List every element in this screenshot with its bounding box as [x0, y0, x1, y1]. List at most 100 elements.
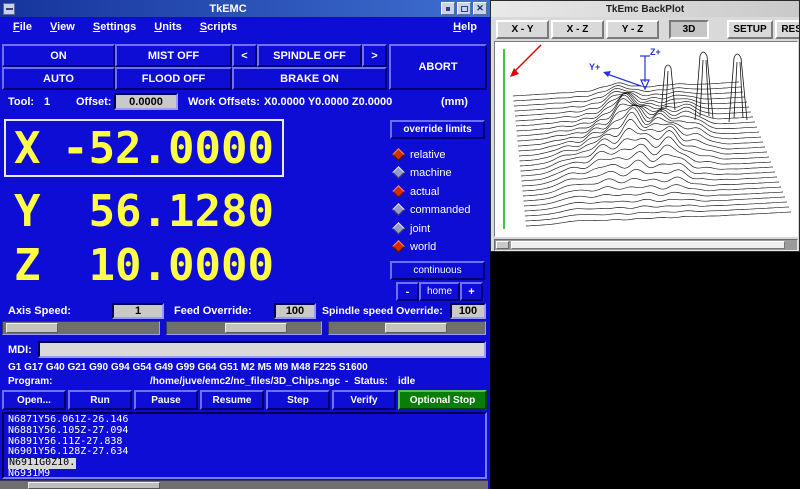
tab-reset[interactable]: RESET	[775, 20, 800, 39]
flood-button[interactable]: FLOOD OFF	[115, 67, 232, 90]
spindle-override-label: Spindle speed Override:	[322, 305, 443, 317]
override-limits-button[interactable]: override limits	[390, 120, 485, 139]
spindle-increase-button[interactable]: >	[362, 44, 387, 67]
tab-3d[interactable]: 3D	[669, 20, 709, 39]
radio-indicator-icon	[392, 222, 405, 235]
units-label: (mm)	[441, 96, 468, 108]
optional-stop-button[interactable]: Optional Stop	[398, 390, 487, 410]
radio-actual[interactable]: actual	[394, 183, 439, 200]
tool-value: 1	[44, 96, 50, 108]
radio-label: world	[410, 241, 436, 253]
axis-x-value: -52.0000	[62, 123, 274, 174]
close-button[interactable]: ✕	[473, 2, 487, 15]
feed-override-label: Feed Override:	[174, 305, 252, 317]
spindle-override-slider[interactable]	[328, 321, 486, 335]
mdi-input[interactable]	[38, 341, 486, 358]
slider-thumb[interactable]	[225, 323, 287, 333]
radio-label: actual	[410, 186, 439, 198]
backplot-canvas[interactable]: Z+ Y+	[495, 42, 797, 236]
minimize-button[interactable]	[441, 2, 455, 15]
status-dash: -	[345, 376, 348, 387]
gcode-line: N6901Y56.128Z-27.634	[8, 447, 481, 458]
tkemc-titlebar[interactable]: TkEMC ✕	[0, 0, 490, 17]
radio-world[interactable]: world	[394, 238, 436, 255]
active-gcodes: G1 G17 G40 G21 G90 G94 G54 G49 G99 G64 G…	[8, 362, 368, 373]
offset-entry[interactable]: 0.0000	[114, 93, 178, 110]
work-offsets-value: X0.0000 Y0.0000 Z0.0000	[264, 96, 392, 108]
maximize-button[interactable]	[457, 2, 471, 15]
status-label: Status:	[354, 376, 388, 387]
tab-yz[interactable]: Y - Z	[606, 20, 659, 39]
radio-indicator-icon	[392, 166, 405, 179]
backplot-plot-area[interactable]: Z+ Y+	[494, 41, 798, 237]
tab-xz[interactable]: X - Z	[551, 20, 604, 39]
window-title: TkEMC	[15, 3, 441, 15]
machine-on-button[interactable]: ON	[2, 44, 115, 67]
y-axis-label: Y+	[589, 62, 600, 72]
feed-override-slider[interactable]	[166, 321, 322, 335]
mist-button[interactable]: MIST OFF	[115, 44, 232, 67]
backplot-window: TkEmc BackPlot X - Y X - Z Y - Z 3D SETU…	[490, 0, 800, 252]
radio-joint[interactable]: joint	[394, 220, 430, 237]
radio-commanded[interactable]: commanded	[394, 201, 471, 218]
home-button[interactable]: home	[419, 282, 460, 301]
spindle-button[interactable]: SPINDLE OFF	[257, 44, 362, 67]
spindle-decrease-button[interactable]: <	[232, 44, 257, 67]
axis-y-value: 56.1280	[89, 186, 274, 237]
axis-z-readout[interactable]: Z 10.0000	[4, 241, 284, 289]
axis-speed-label: Axis Speed:	[8, 305, 71, 317]
spindle-override-entry[interactable]: 100	[450, 303, 486, 319]
run-button[interactable]: Run	[68, 390, 132, 410]
window-menu-icon[interactable]	[3, 3, 15, 15]
abort-button[interactable]: ABORT	[389, 44, 487, 90]
axis-y-letter: Y	[14, 186, 41, 237]
slider-thumb[interactable]	[6, 323, 58, 333]
mode-auto-button[interactable]: AUTO	[2, 67, 115, 90]
z-axis-label: Z+	[650, 47, 661, 57]
menu-units[interactable]: Units	[145, 17, 191, 38]
wireframe-post	[695, 52, 713, 120]
jog-mode-button[interactable]: continuous	[390, 261, 485, 280]
step-button[interactable]: Step	[266, 390, 330, 410]
backplot-title: TkEmc BackPlot	[606, 4, 684, 15]
menu-scripts[interactable]: Scripts	[191, 17, 246, 38]
plot-red-arrow-icon	[510, 45, 541, 77]
menu-help[interactable]: Help	[444, 17, 486, 38]
tab-xy[interactable]: X - Y	[496, 20, 549, 39]
pause-button[interactable]: Pause	[134, 390, 198, 410]
program-text-area[interactable]: N6871Y56.061Z-26.146 N6881Y56.105Z-27.09…	[2, 412, 487, 479]
axis-speed-slider[interactable]	[2, 321, 160, 335]
resume-button[interactable]: Resume	[200, 390, 264, 410]
radio-indicator-icon	[392, 203, 405, 216]
tool-label: Tool:	[8, 96, 34, 108]
scrollbar-button[interactable]	[496, 241, 509, 249]
backplot-hscrollbar[interactable]	[494, 239, 798, 251]
radio-relative[interactable]: relative	[394, 146, 445, 163]
verify-button[interactable]: Verify	[332, 390, 396, 410]
tool-marker-icon	[603, 56, 650, 89]
radio-indicator-icon	[392, 240, 405, 253]
tab-setup[interactable]: SETUP	[727, 20, 773, 39]
axis-y-readout[interactable]: Y 56.1280	[4, 187, 284, 235]
axis-x-readout[interactable]: X -52.0000	[4, 119, 284, 177]
scrollbar-thumb[interactable]	[511, 241, 785, 249]
open-button[interactable]: Open...	[2, 390, 66, 410]
axis-speed-entry[interactable]: 1	[112, 303, 164, 319]
status-value: idle	[398, 376, 415, 387]
scrollbar-thumb[interactable]	[28, 482, 160, 489]
program-path: /home/juve/emc2/nc_files/3D_Chips.ngc	[150, 376, 340, 387]
program-hscrollbar[interactable]	[0, 480, 488, 489]
gcode-line: N6931M9	[8, 469, 481, 479]
menu-settings[interactable]: Settings	[84, 17, 145, 38]
desktop: { "tkemc": { "title": "TkEMC", "window_c…	[0, 0, 800, 489]
window-controls: ✕	[441, 2, 487, 15]
menu-file[interactable]: File	[4, 17, 41, 38]
menu-view[interactable]: View	[41, 17, 84, 38]
jog-minus-button[interactable]: -	[396, 282, 419, 301]
jog-plus-button[interactable]: +	[460, 282, 483, 301]
brake-button[interactable]: BRAKE ON	[232, 67, 387, 90]
backplot-titlebar[interactable]: TkEmc BackPlot	[491, 1, 799, 17]
slider-thumb[interactable]	[385, 323, 447, 333]
feed-override-entry[interactable]: 100	[274, 303, 316, 319]
radio-machine[interactable]: machine	[394, 164, 452, 181]
